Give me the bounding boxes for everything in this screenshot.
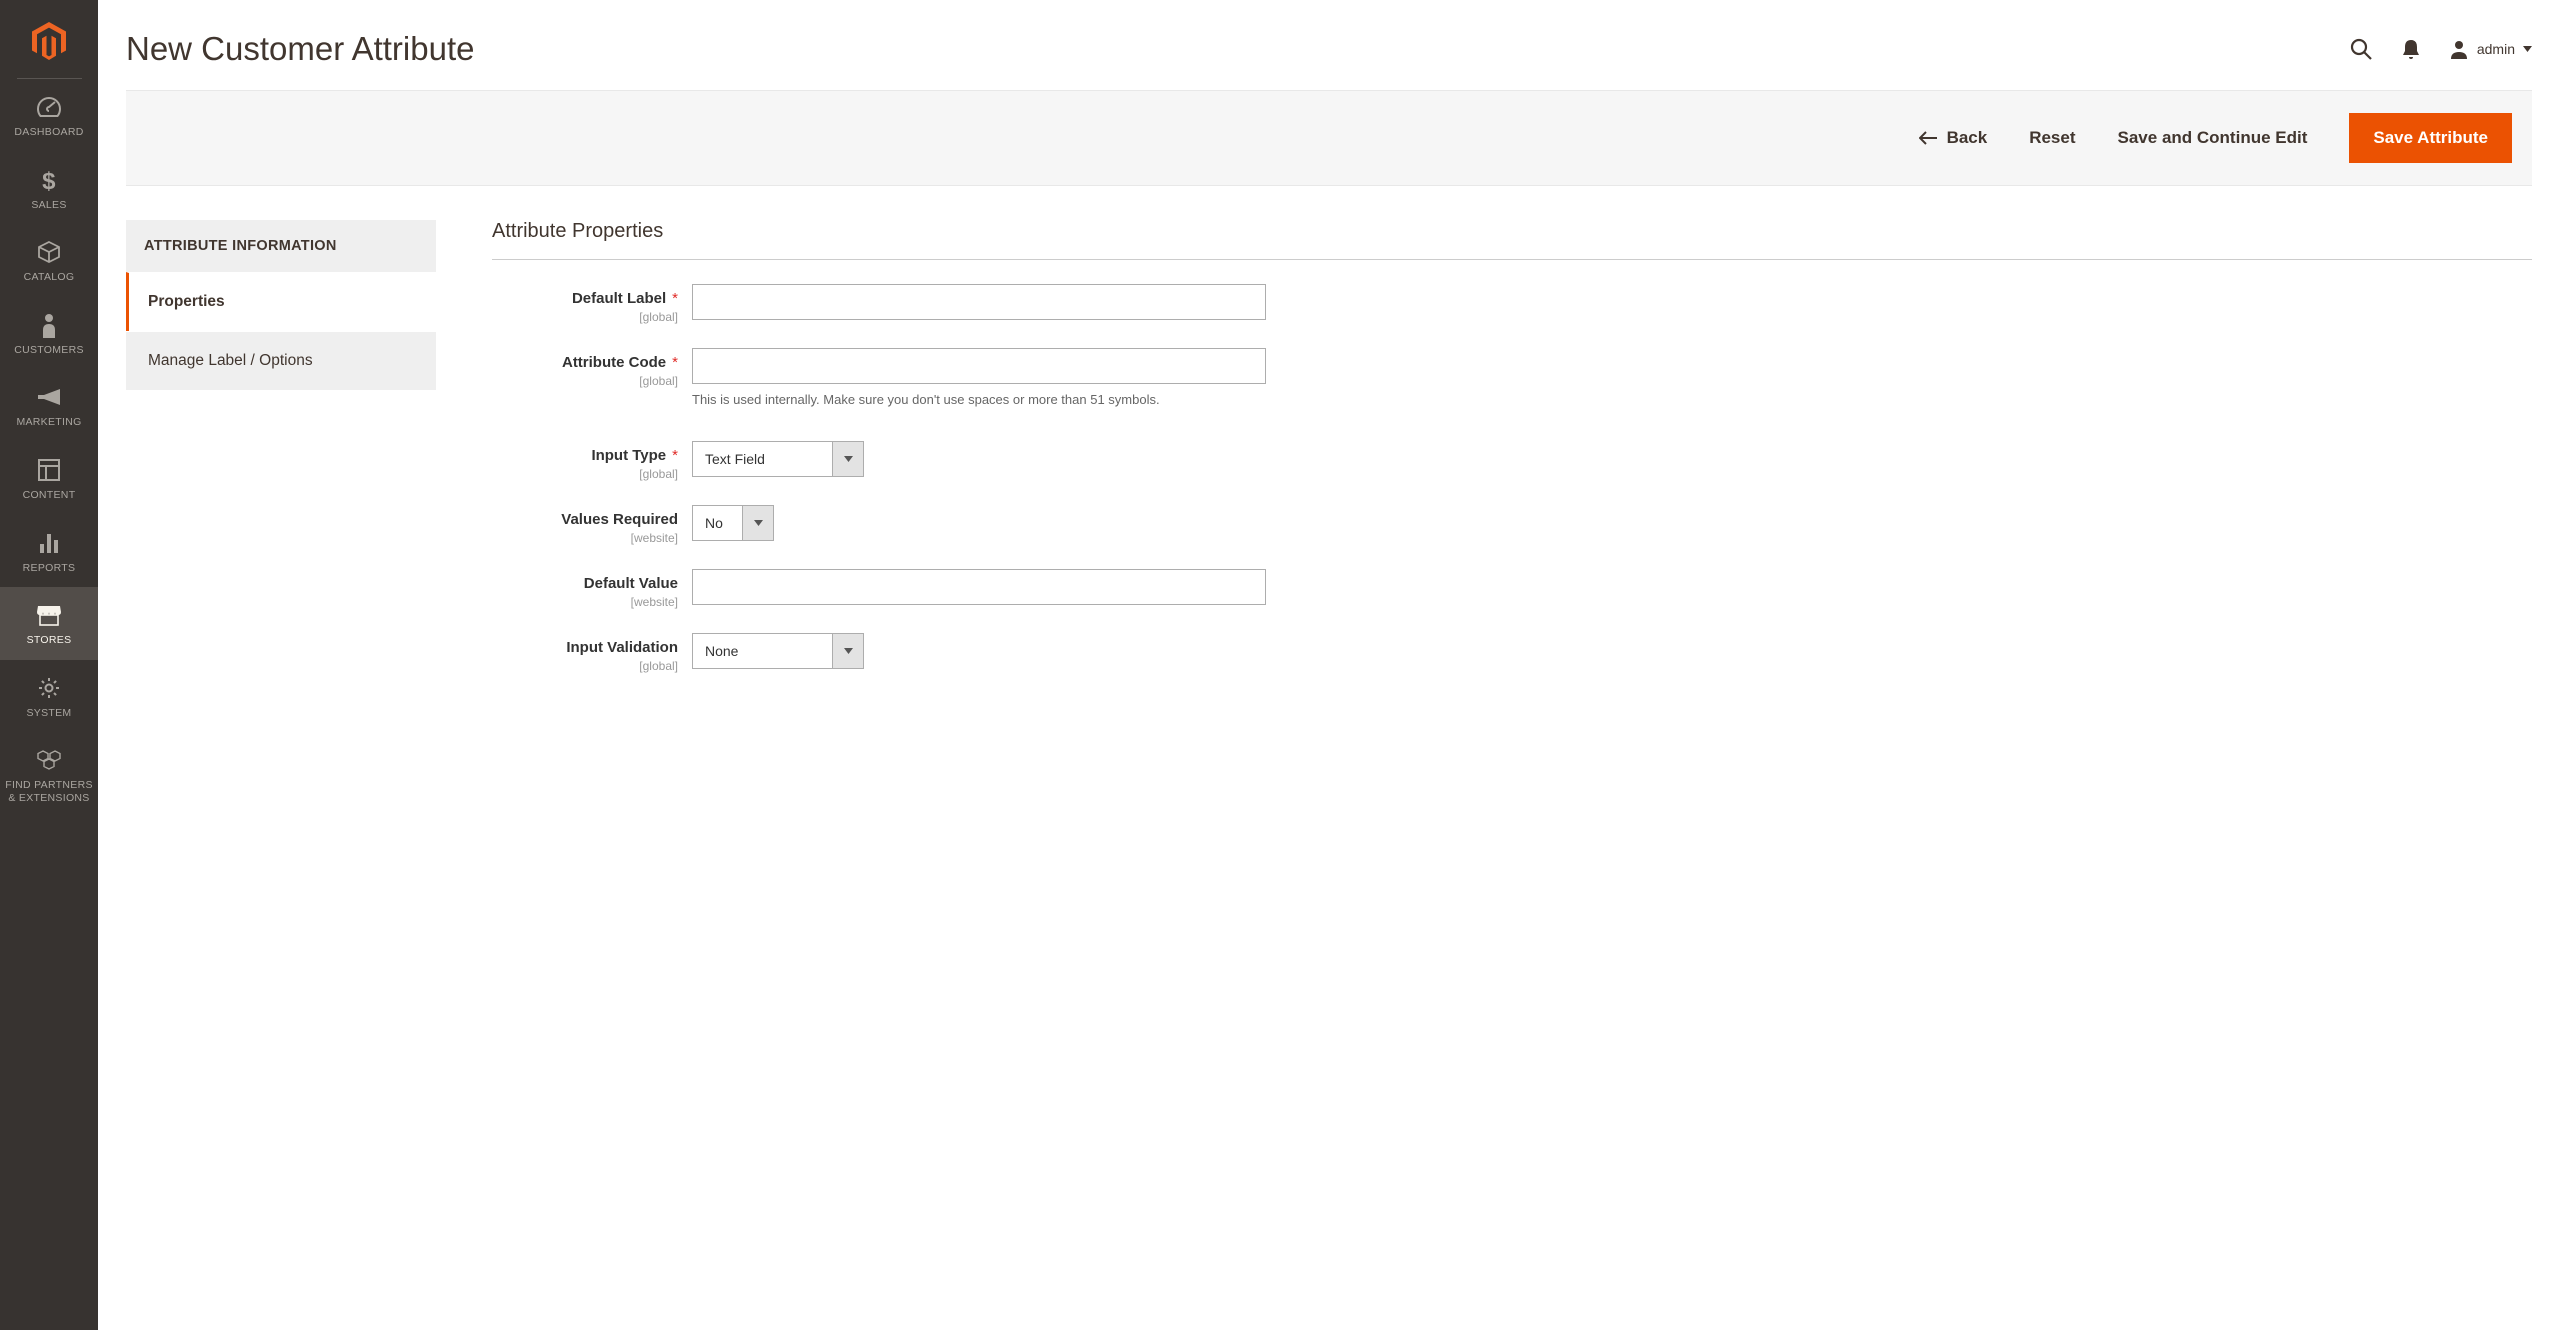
back-label: Back	[1947, 128, 1988, 148]
box-icon	[37, 239, 61, 265]
tab-properties[interactable]: Properties	[126, 272, 436, 331]
bell-icon	[2401, 38, 2421, 60]
section-title: Attribute Properties	[492, 220, 2532, 260]
input-validation-select[interactable]: None	[692, 633, 864, 669]
gauge-icon	[36, 94, 62, 120]
caret-down-icon	[844, 456, 853, 462]
nav-partners[interactable]: FIND PARTNERS & EXTENSIONS	[0, 732, 98, 817]
nav-sales[interactable]: $ SALES	[0, 152, 98, 225]
nav-stores[interactable]: STORES	[0, 587, 98, 660]
field-scope: [global]	[492, 310, 678, 324]
field-values-required: Values Required [website] No	[492, 505, 2532, 545]
values-required-select[interactable]: No	[692, 505, 774, 541]
svg-text:$: $	[42, 168, 56, 193]
reset-label: Reset	[2029, 128, 2075, 148]
field-default-value: Default Value [website]	[492, 569, 2532, 609]
select-value: Text Field	[692, 441, 832, 477]
nav-label: CATALOG	[24, 271, 75, 284]
required-marker: *	[672, 290, 678, 307]
user-icon	[2449, 39, 2469, 59]
save-continue-button[interactable]: Save and Continue Edit	[2118, 128, 2308, 148]
nav-system[interactable]: SYSTEM	[0, 660, 98, 733]
back-button[interactable]: Back	[1919, 128, 1988, 148]
required-marker: *	[672, 447, 678, 464]
gear-icon	[38, 675, 60, 701]
field-scope: [website]	[492, 531, 678, 545]
magento-logo-icon	[32, 22, 66, 60]
field-label: Input Type	[591, 447, 666, 464]
field-scope: [website]	[492, 595, 678, 609]
arrow-left-icon	[1919, 131, 1937, 145]
caret-down-icon	[754, 520, 763, 526]
nav-label: MARKETING	[16, 416, 81, 429]
save-continue-label: Save and Continue Edit	[2118, 128, 2308, 148]
select-toggle[interactable]	[742, 505, 774, 541]
nav-label: STORES	[27, 634, 72, 647]
page-header: New Customer Attribute admin	[126, 0, 2532, 90]
nav-customers[interactable]: CUSTOMERS	[0, 297, 98, 370]
nav-label: DASHBOARD	[14, 126, 83, 139]
input-type-select[interactable]: Text Field	[692, 441, 864, 477]
nav-dashboard[interactable]: DASHBOARD	[0, 79, 98, 152]
field-input-type: Input Type * [global] Text Field	[492, 441, 2532, 481]
required-marker: *	[672, 354, 678, 371]
field-scope: [global]	[492, 659, 678, 673]
bar-chart-icon	[38, 530, 60, 556]
field-scope: [global]	[492, 467, 678, 481]
nav-label: REPORTS	[23, 562, 76, 575]
field-attribute-code: Attribute Code * [global] This is used in…	[492, 348, 2532, 407]
tabs-panel: ATTRIBUTE INFORMATION Properties Manage …	[126, 220, 436, 697]
nav-label: SYSTEM	[27, 707, 72, 720]
layout-icon	[38, 457, 60, 483]
tab-manage-label-options[interactable]: Manage Label / Options	[126, 331, 436, 390]
nav-reports[interactable]: REPORTS	[0, 515, 98, 588]
user-menu[interactable]: admin	[2449, 39, 2532, 59]
select-toggle[interactable]	[832, 441, 864, 477]
page-title: New Customer Attribute	[126, 30, 474, 68]
notifications-button[interactable]	[2401, 38, 2421, 60]
select-toggle[interactable]	[832, 633, 864, 669]
field-label: Values Required	[561, 511, 678, 528]
field-label: Input Validation	[566, 639, 678, 656]
search-button[interactable]	[2349, 37, 2373, 61]
field-default-label: Default Label * [global]	[492, 284, 2532, 324]
person-icon	[41, 312, 57, 338]
default-label-input[interactable]	[692, 284, 1266, 320]
admin-sidebar: DASHBOARD $ SALES CATALOG CUSTOMERS	[0, 0, 98, 1330]
dollar-icon: $	[41, 167, 57, 193]
form-area: Attribute Properties Default Label * [glo…	[492, 220, 2532, 697]
save-attribute-button[interactable]: Save Attribute	[2349, 113, 2512, 163]
magento-logo[interactable]	[17, 0, 82, 79]
reset-button[interactable]: Reset	[2029, 128, 2075, 148]
nav-marketing[interactable]: MARKETING	[0, 369, 98, 442]
field-label: Default Value	[584, 575, 678, 592]
select-value: None	[692, 633, 832, 669]
default-value-input[interactable]	[692, 569, 1266, 605]
nav-label: FIND PARTNERS & EXTENSIONS	[4, 779, 94, 804]
search-icon	[2349, 37, 2373, 61]
attribute-code-help: This is used internally. Make sure you d…	[692, 392, 1412, 407]
nav-content[interactable]: CONTENT	[0, 442, 98, 515]
nav-label: SALES	[31, 199, 66, 212]
nav-label: CUSTOMERS	[14, 344, 84, 357]
action-bar: Back Reset Save and Continue Edit Save A…	[126, 90, 2532, 186]
select-value: No	[692, 505, 742, 541]
field-input-validation: Input Validation [global] None	[492, 633, 2532, 673]
store-icon	[36, 602, 62, 628]
attribute-code-input[interactable]	[692, 348, 1266, 384]
caret-down-icon	[844, 648, 853, 654]
nav-catalog[interactable]: CATALOG	[0, 224, 98, 297]
blocks-icon	[37, 747, 61, 773]
tabs-heading: ATTRIBUTE INFORMATION	[126, 220, 436, 272]
nav-label: CONTENT	[23, 489, 76, 502]
megaphone-icon	[36, 384, 62, 410]
field-label: Default Label	[572, 290, 666, 307]
field-scope: [global]	[492, 374, 678, 388]
field-label: Attribute Code	[562, 354, 666, 371]
user-label: admin	[2477, 41, 2515, 57]
caret-down-icon	[2523, 46, 2532, 52]
